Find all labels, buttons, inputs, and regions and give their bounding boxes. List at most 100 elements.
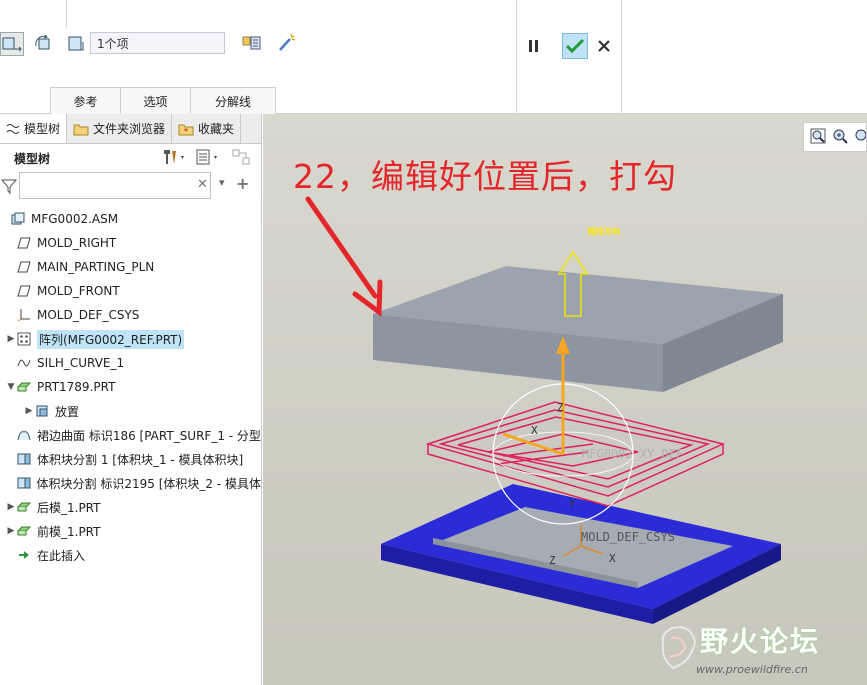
insert-arrow-icon [16,547,32,563]
tree-item-label: 体积块分割 标识2195 [体积块_2 - 模具体 [36,476,261,491]
model-tree-icon [6,123,20,134]
part-icon [16,499,32,515]
tree-item[interactable]: ▼ PRT1789.PRT [0,375,261,399]
surface-icon [16,427,32,443]
part-icon [16,379,32,395]
tab-model-tree[interactable]: 模型树 [0,114,68,143]
magic-wand-icon[interactable] [277,32,297,55]
tree-item[interactable]: 裙边曲面 标识186 [PART_SURF_1 - 分型 [0,423,261,447]
csys-label-mold: MOLD_DEF_CSYS [581,530,675,544]
axis-y-label: Y [569,497,576,510]
search-dropdown-icon[interactable]: ▾ [219,176,225,189]
folder-icon [73,124,89,135]
part-icon [16,523,32,539]
expand-toggle-icon[interactable]: ▼ [6,382,16,392]
mold-model-scene [305,196,783,624]
tree-item[interactable]: MOLD_DEF_CSYS [0,303,261,327]
top-plate [373,266,783,392]
tree-item-label: MFG0002.ASM [31,212,119,226]
tab-favorites[interactable]: * 收藏夹 [172,114,242,143]
csys-icon [16,307,32,323]
favorites-icon: * [178,124,194,136]
tree-item[interactable]: MFG0002.ASM [0,207,261,231]
tab-label: 收藏夹 [198,122,235,136]
bottom-blue-plate [381,484,781,624]
ok-checkmark-button[interactable] [562,33,588,59]
datum-plane-icon [16,283,32,299]
palette-icon[interactable] [242,34,262,55]
tree-item-label: 后模_1.PRT [37,500,101,515]
expand-toggle-icon[interactable]: ▶ [6,334,16,344]
reference-move-icon[interactable] [64,32,88,56]
tab-explode-lines[interactable]: 分解线 [190,87,276,114]
curve-icon [16,355,32,371]
tree-item[interactable]: ▶ 放置 [0,399,261,423]
add-filter-icon[interactable]: + [236,174,249,193]
tree-search-input[interactable] [19,172,211,199]
tree-item-label: 放置 [55,404,80,419]
assembly-icon [10,211,26,227]
axis-x-label: X [531,424,538,437]
tab-folder-browser[interactable]: 文件夹浏览器 [67,114,173,143]
tab-label: 模型树 [24,122,61,136]
checkmark-icon [565,38,585,54]
clear-search-icon[interactable]: ✕ [197,177,208,192]
datum-plane-icon [16,235,32,251]
tree-item[interactable]: MOLD_RIGHT [0,231,261,255]
tree-item-label: 在此插入 [37,548,86,563]
csys-label-part: MFG0002_XY_DEF [582,447,684,461]
navigator-panel: 模型树 文件夹浏览器 * 收藏夹 模型树 ✕ ▾ + MFG0002.ASM M… [0,114,262,685]
graphics-window[interactable]: MFG0002_XY_DEF MOLD_DEF_CSYS Z X Y Z X [263,114,867,685]
ribbon-separator [66,0,67,28]
tab-options[interactable]: 选项 [120,87,191,114]
volume-split-icon [16,451,32,467]
tree-item[interactable]: 体积块分割 标识2195 [体积块_2 - 模具体 [0,471,261,495]
dashboard-tabs: 参考 选项 分解线 [50,87,276,114]
tree-item[interactable]: SILH_CURVE_1 [0,351,261,375]
show-list-icon[interactable] [195,148,223,169]
expand-toggle-icon[interactable]: ▶ [6,526,16,536]
tree-item-label: MOLD_RIGHT [37,236,117,250]
watermark-title: 野火论坛 [700,625,821,658]
tree-item[interactable]: ▶ 阵列(MFG0002_REF.PRT) [0,327,261,351]
expand-toggle-icon[interactable]: ▶ [6,502,16,512]
tree-item[interactable]: MAIN_PARTING_PLN [0,255,261,279]
svg-text:*: * [184,127,188,136]
tree-item-label: 阵列(MFG0002_REF.PRT) [37,329,185,349]
tree-item[interactable]: 体积块分割 1 [体积块_1 - 模具体积块] [0,447,261,471]
filter-funnel-icon[interactable] [0,178,18,197]
tree-item[interactable]: ▶ 后模_1.PRT [0,495,261,519]
ribbon-separator [516,0,517,114]
tree-item[interactable]: MOLD_FRONT [0,279,261,303]
model-tree: MFG0002.ASM MOLD_RIGHT MAIN_PARTING_PLN MOL… [0,207,261,567]
tree-item-label: 前模_1.PRT [37,524,101,539]
datum-plane-icon [16,259,32,275]
model-tree-title: 模型树 [14,151,51,166]
pause-button[interactable] [521,33,547,59]
ribbon-tool-row [0,28,96,60]
items-collector[interactable]: 1个项 [90,32,225,54]
expand-toggle-icon[interactable]: ▶ [24,406,34,416]
tab-label: 文件夹浏览器 [93,122,166,136]
tree-tools [161,148,253,169]
translate-icon[interactable] [0,32,24,56]
tree-item[interactable]: 在此插入 [0,543,261,567]
tree-filter-settings-icon[interactable] [231,148,253,169]
tutorial-annotation: 22，编辑好位置后，打勾 [293,157,677,196]
tree-item[interactable]: ▶ 前模_1.PRT [0,519,261,543]
pattern-icon [16,331,32,347]
annotation-pointer-arrow [305,196,383,317]
axis-z-label: Z [557,401,564,414]
axis-x-label-2: X [609,552,616,565]
drag-direction-label: 拖拉方向 [588,227,620,236]
axis-z-label-2: Z [549,554,556,567]
tree-item-label: MOLD_DEF_CSYS [37,308,140,322]
tree-item-label: MAIN_PARTING_PLN [37,260,155,274]
tab-references[interactable]: 参考 [50,87,121,114]
tree-item-label: PRT1789.PRT [37,380,116,394]
rotate-icon[interactable] [32,32,56,56]
cancel-button[interactable] [591,33,617,59]
model-tree-header: 模型树 [0,144,261,172]
settings-tools-icon[interactable] [161,148,187,169]
tree-item-label: 体积块分割 1 [体积块_1 - 模具体积块] [37,452,244,467]
